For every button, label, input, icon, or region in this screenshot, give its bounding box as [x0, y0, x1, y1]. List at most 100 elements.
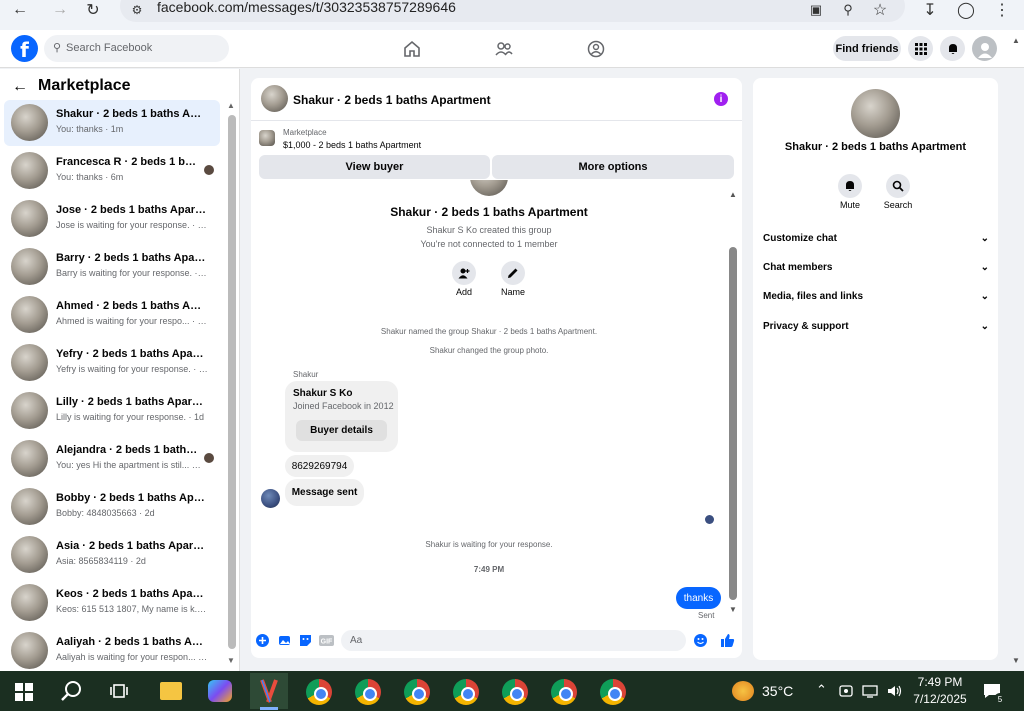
chrome-icon[interactable]: [306, 679, 332, 705]
chat-avatar[interactable]: [261, 85, 288, 112]
conversation-item[interactable]: Ahmed · 2 beds 1 baths Apartm... Ahmed i…: [4, 292, 220, 338]
chat-scroll-down-icon[interactable]: ▼: [729, 605, 737, 614]
group-avatar[interactable]: [851, 89, 900, 138]
conversation-item[interactable]: Lilly · 2 beds 1 baths Apartment Lilly i…: [4, 388, 220, 434]
gif-icon[interactable]: GIF: [319, 634, 334, 647]
message-bubble[interactable]: Message sent: [285, 479, 364, 506]
buyer-details-button[interactable]: Buyer details: [296, 420, 387, 441]
find-friends-button[interactable]: Find friends: [833, 36, 901, 61]
chat-title[interactable]: Shakur · 2 beds 1 baths Apartment: [293, 93, 491, 107]
address-url[interactable]: facebook.com/messages/t/3032353875728964…: [157, 0, 456, 15]
my-message-bubble[interactable]: thanks: [676, 587, 721, 609]
message-bubble[interactable]: 8629269794: [285, 455, 354, 477]
back-icon[interactable]: ←: [10, 0, 30, 20]
weather-icon[interactable]: [732, 681, 754, 701]
group-photo-clip: [251, 180, 727, 198]
volume-icon[interactable]: [887, 684, 903, 701]
conversation-item[interactable]: Asia · 2 beds 1 baths Apartment Asia: 85…: [4, 532, 220, 578]
network-icon[interactable]: [862, 684, 878, 701]
conversation-item[interactable]: Bobby · 2 beds 1 baths Apartm... Bobby: …: [4, 484, 220, 530]
message-input[interactable]: [341, 630, 686, 651]
site-info-icon[interactable]: ⚙: [127, 0, 147, 20]
info-icon[interactable]: i: [714, 92, 728, 106]
windows-start-icon[interactable]: [15, 683, 33, 704]
conversation-item[interactable]: Jose · 2 beds 1 baths Apartment Jose is …: [4, 196, 220, 242]
groups-icon[interactable]: [585, 38, 607, 60]
conversation-name: Ahmed · 2 beds 1 baths Apartm...: [56, 300, 206, 312]
facebook-logo-icon[interactable]: f: [11, 35, 38, 62]
emoji-icon[interactable]: [694, 634, 707, 647]
page-scroll-up-icon[interactable]: ▲: [1012, 36, 1020, 45]
mute-bell-icon[interactable]: [838, 174, 862, 198]
install-app-icon[interactable]: ▣: [806, 0, 826, 20]
photo-icon[interactable]: [278, 634, 291, 647]
system-event: Shakur named the group Shakur · 2 beds 1…: [380, 327, 598, 336]
conversation-item[interactable]: Shakur · 2 beds 1 baths Apartm... You: t…: [4, 100, 220, 146]
page-scroll-down-icon[interactable]: ▼: [1012, 656, 1020, 665]
search-in-conversation-icon[interactable]: [886, 174, 910, 198]
chevron-up-icon[interactable]: ⌃: [816, 682, 827, 698]
home-icon[interactable]: [401, 38, 423, 60]
chat-scroll-up-icon[interactable]: ▲: [729, 190, 737, 199]
chrome-icon[interactable]: [355, 679, 381, 705]
chrome-icon[interactable]: [453, 679, 479, 705]
system-event: Shakur changed the group photo.: [429, 346, 549, 355]
zoom-icon[interactable]: ⚲: [838, 0, 858, 20]
plus-circle-icon[interactable]: [256, 634, 269, 647]
sticker-icon[interactable]: [299, 634, 312, 647]
download-icon[interactable]: ↧: [920, 0, 940, 20]
menu-grid-icon[interactable]: [908, 36, 933, 61]
customize-chat-row[interactable]: Customize chat ⌄: [763, 233, 989, 244]
conversation-item[interactable]: Yefry · 2 beds 1 baths Apartment Yefry i…: [4, 340, 220, 386]
like-thumb-icon[interactable]: [720, 633, 735, 648]
conversation-preview: Bobby: 4848035663 · 2d: [56, 508, 155, 518]
scroll-down-arrow-icon[interactable]: ▼: [227, 656, 235, 665]
row-label: Chat members: [763, 262, 833, 273]
add-member-icon[interactable]: [452, 261, 476, 285]
avatar: [11, 632, 48, 669]
conversation-item[interactable]: Aaliyah · 2 beds 1 baths Apart... Aaliya…: [4, 628, 220, 670]
chrome-icon[interactable]: [551, 679, 577, 705]
back-arrow-icon[interactable]: ←: [12, 78, 28, 96]
conversation-item[interactable]: Barry · 2 beds 1 baths Apartment Barry i…: [4, 244, 220, 290]
chrome-icon[interactable]: [600, 679, 626, 705]
task-view-icon[interactable]: [110, 683, 128, 702]
edit-name-pencil-icon[interactable]: [501, 261, 525, 285]
browser-menu-icon[interactable]: ⋮: [992, 0, 1012, 20]
active-app-icon[interactable]: [258, 678, 280, 704]
taskbar-search-icon[interactable]: [61, 680, 83, 705]
chat-members-row[interactable]: Chat members ⌄: [763, 262, 989, 273]
svg-text:GIF: GIF: [321, 639, 333, 646]
clock-time[interactable]: 7:49 PM: [912, 675, 968, 689]
conversation-item[interactable]: Francesca R · 2 beds 1 baths ... You: th…: [4, 148, 220, 194]
media-files-links-row[interactable]: Media, files and links ⌄: [763, 291, 989, 302]
conversation-name: Yefry · 2 beds 1 baths Apartment: [56, 348, 206, 360]
chevron-down-icon: ⌄: [980, 321, 989, 332]
sidebar-scrollbar[interactable]: [228, 115, 236, 649]
sender-avatar[interactable]: [261, 489, 280, 508]
chrome-icon[interactable]: [502, 679, 528, 705]
scroll-up-arrow-icon[interactable]: ▲: [227, 101, 235, 110]
more-options-button[interactable]: More options: [492, 155, 734, 179]
copilot-icon[interactable]: [208, 680, 232, 702]
bookmark-star-icon[interactable]: ☆: [870, 0, 890, 20]
listing-thumbnail[interactable]: [259, 130, 275, 146]
friends-icon[interactable]: [493, 38, 515, 60]
profile-icon[interactable]: ◯: [956, 0, 976, 20]
privacy-support-row[interactable]: Privacy & support ⌄: [763, 321, 989, 332]
meet-icon[interactable]: [839, 684, 853, 701]
account-avatar[interactable]: [972, 36, 997, 61]
temperature[interactable]: 35°C: [762, 683, 793, 699]
file-explorer-icon[interactable]: [160, 682, 182, 700]
conversation-item[interactable]: Keos · 2 beds 1 baths Apartment Keos: 61…: [4, 580, 220, 626]
forward-icon[interactable]: →: [50, 0, 70, 20]
chat-scrollbar[interactable]: [729, 247, 737, 600]
avatar: [11, 584, 48, 621]
listing-title[interactable]: $1,000 - 2 beds 1 baths Apartment: [283, 140, 421, 150]
notifications-bell-icon[interactable]: [940, 36, 965, 61]
chrome-icon[interactable]: [404, 679, 430, 705]
reload-icon[interactable]: ↻: [83, 0, 103, 20]
conversation-item[interactable]: Alejandra · 2 beds 1 baths Ap... You: ye…: [4, 436, 220, 482]
clock-date[interactable]: 7/12/2025: [908, 692, 972, 706]
view-buyer-button[interactable]: View buyer: [259, 155, 490, 179]
